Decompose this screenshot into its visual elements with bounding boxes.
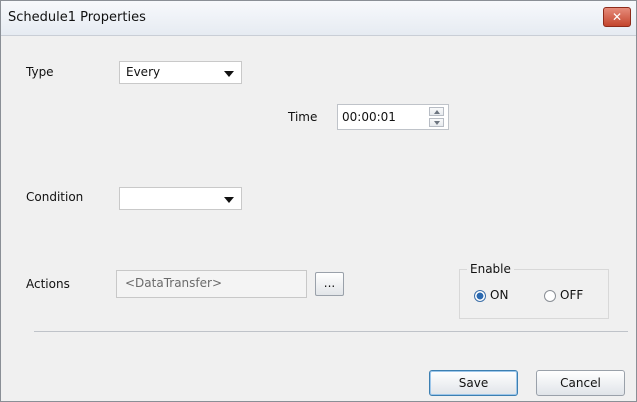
- save-button[interactable]: Save: [429, 370, 518, 396]
- chevron-down-icon: [224, 71, 234, 77]
- browse-actions-button[interactable]: ...: [315, 272, 344, 296]
- time-value: 00:00:01: [342, 110, 396, 124]
- radio-off[interactable]: [544, 290, 556, 302]
- arrow-down-icon: [433, 120, 440, 125]
- arrow-up-icon: [433, 109, 440, 114]
- time-spinner[interactable]: 00:00:01: [337, 104, 449, 130]
- cancel-button[interactable]: Cancel: [536, 370, 625, 396]
- actions-value: <DataTransfer>: [125, 276, 223, 290]
- condition-dropdown[interactable]: [119, 187, 242, 210]
- actions-label: Actions: [26, 277, 70, 291]
- radio-on-label[interactable]: ON: [490, 288, 508, 302]
- spin-down-button[interactable]: [429, 118, 444, 127]
- type-dropdown[interactable]: Every: [119, 61, 242, 84]
- title-bar: Schedule1 Properties ✕: [1, 1, 636, 36]
- type-label: Type: [26, 65, 54, 79]
- actions-field[interactable]: <DataTransfer>: [116, 270, 307, 298]
- window-title: Schedule1 Properties: [8, 10, 146, 25]
- spin-buttons: [429, 107, 444, 127]
- close-icon: ✕: [611, 10, 623, 24]
- time-label: Time: [288, 110, 318, 124]
- divider: [34, 331, 628, 332]
- enable-group-title: Enable: [467, 262, 514, 276]
- type-value: Every: [126, 65, 161, 79]
- properties-dialog: Schedule1 Properties ✕ Type Every Time 0…: [0, 0, 637, 402]
- chevron-down-icon: [224, 197, 234, 203]
- radio-on[interactable]: [474, 290, 486, 302]
- radio-off-label[interactable]: OFF: [560, 288, 583, 302]
- spin-up-button[interactable]: [429, 107, 444, 116]
- close-button[interactable]: ✕: [603, 7, 631, 27]
- condition-label: Condition: [26, 190, 84, 204]
- ellipsis-icon: ...: [323, 276, 336, 290]
